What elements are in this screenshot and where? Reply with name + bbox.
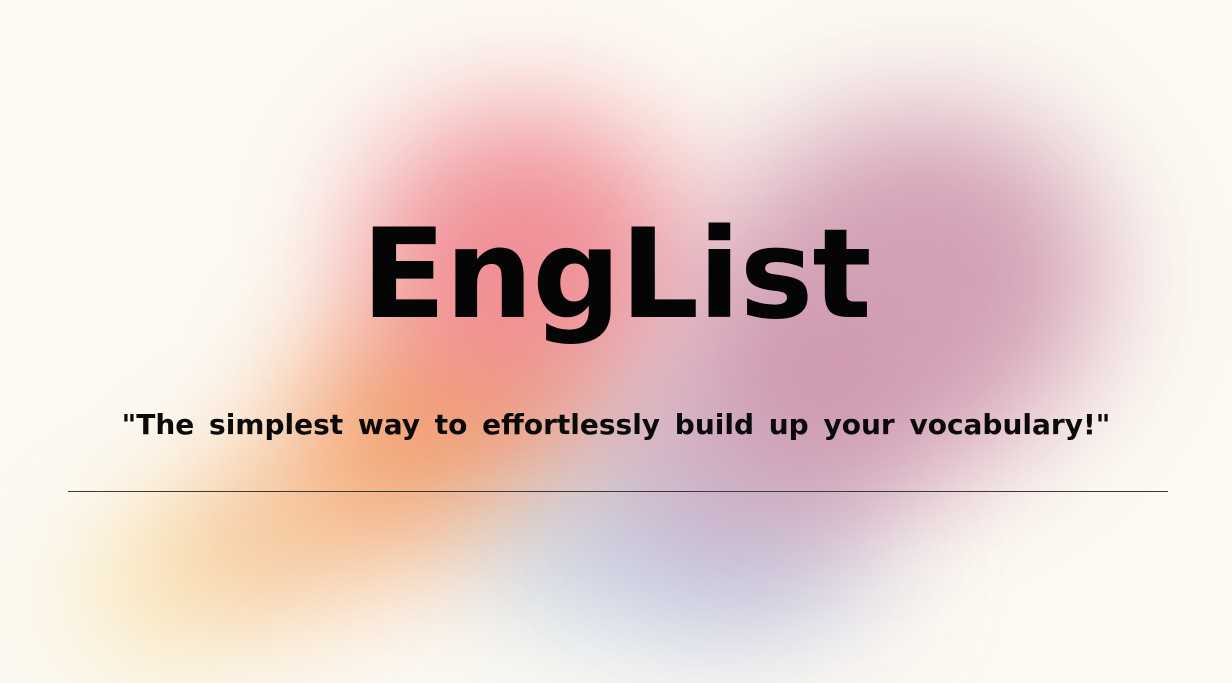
divider-line (68, 491, 1168, 492)
app-tagline: "The simplest way to effortlessly build … (121, 408, 1111, 441)
landing-hero: EngList "The simplest way to effortlessl… (0, 0, 1232, 683)
app-title: EngList (361, 203, 871, 347)
